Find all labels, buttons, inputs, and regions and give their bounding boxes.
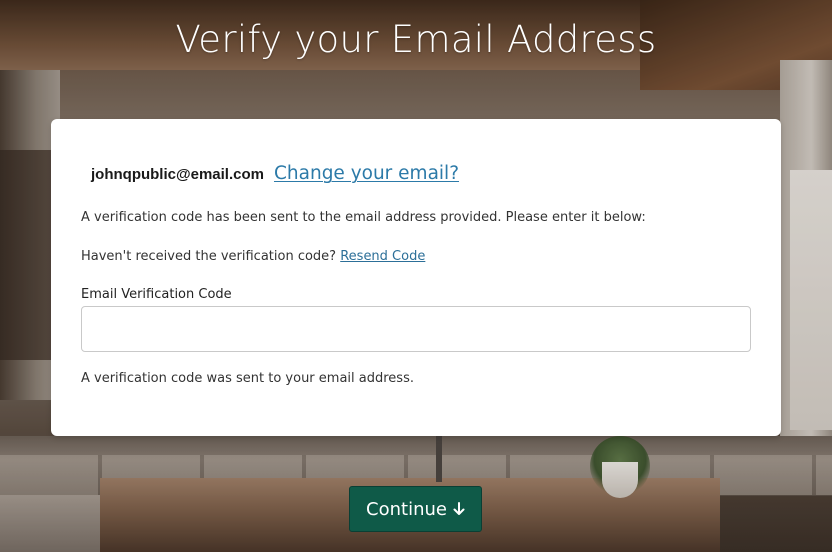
verification-code-input[interactable] [81, 306, 751, 352]
code-sent-notice: A verification code has been sent to the… [81, 210, 646, 225]
page-title: Verify your Email Address [175, 18, 657, 61]
verification-card: johnqpublic@email.com Change your email?… [51, 119, 781, 436]
status-message: A verification code was sent to your ema… [81, 371, 414, 386]
code-field-label: Email Verification Code [81, 287, 232, 302]
email-row: johnqpublic@email.com Change your email? [91, 163, 459, 184]
arrow-down-icon [453, 502, 465, 515]
change-email-link[interactable]: Change your email? [274, 163, 459, 184]
resend-row: Haven't received the verification code? … [81, 249, 425, 264]
resend-prompt: Haven't received the verification code? [81, 249, 337, 264]
continue-button[interactable]: Continue [349, 486, 482, 532]
resend-code-link[interactable]: Resend Code [340, 249, 425, 264]
continue-label: Continue [366, 498, 447, 520]
current-email: johnqpublic@email.com [91, 166, 264, 183]
